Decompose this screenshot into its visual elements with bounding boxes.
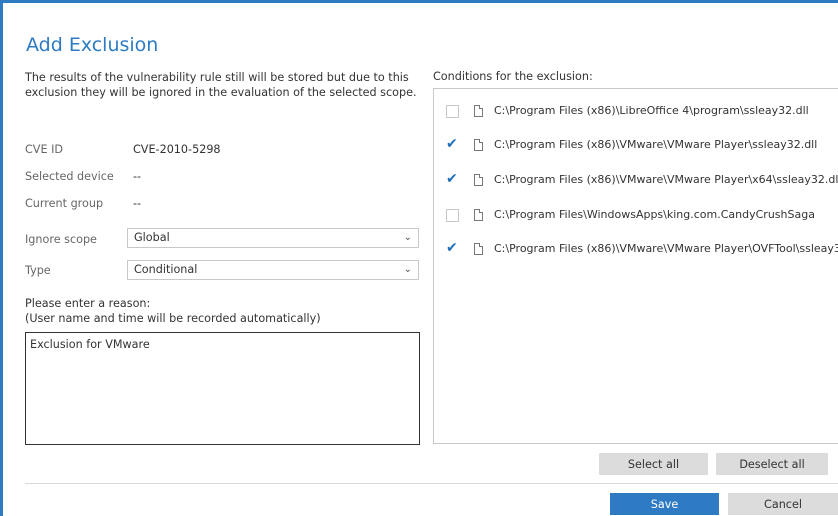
cve-id-value: CVE-2010-5298	[133, 143, 221, 156]
selected-device-label: Selected device	[25, 170, 114, 183]
dialog-description: The results of the vulnerability rule st…	[25, 71, 417, 99]
condition-path: C:\Program Files\WindowsApps\king.com.Ca…	[494, 208, 815, 221]
ignore-scope-select[interactable]: Global ⌄	[127, 228, 419, 248]
window-border-left	[0, 0, 3, 516]
checkbox[interactable]	[446, 209, 459, 222]
condition-item[interactable]: C:\Program Files\WindowsApps\king.com.Ca…	[434, 206, 838, 226]
file-icon	[474, 174, 483, 186]
reason-label-line1: Please enter a reason:	[25, 297, 151, 310]
ignore-scope-label: Ignore scope	[25, 233, 97, 246]
condition-path: C:\Program Files (x86)\VMware\VMware Pla…	[494, 242, 838, 255]
reason-textarea[interactable]: Exclusion for VMware	[25, 332, 420, 445]
window-border-top	[0, 0, 838, 3]
type-label: Type	[25, 264, 51, 277]
checkmark-icon: ✔	[446, 171, 458, 187]
conditions-list: C:\Program Files (x86)\LibreOffice 4\pro…	[433, 88, 838, 444]
checkbox[interactable]: ✔	[446, 171, 459, 187]
checkbox[interactable]	[446, 105, 459, 118]
condition-item[interactable]: ✔ C:\Program Files (x86)\VMware\VMware P…	[434, 240, 838, 260]
checkmark-icon: ✔	[446, 240, 458, 256]
condition-item[interactable]: ✔ C:\Program Files (x86)\VMware\VMware P…	[434, 136, 838, 156]
checkbox[interactable]: ✔	[446, 136, 459, 152]
condition-path: C:\Program Files (x86)\VMware\VMware Pla…	[494, 173, 838, 186]
file-icon	[474, 209, 483, 221]
checkbox[interactable]: ✔	[446, 240, 459, 256]
chevron-down-icon: ⌄	[403, 264, 412, 275]
deselect-all-button[interactable]: Deselect all	[716, 453, 828, 475]
conditions-label: Conditions for the exclusion:	[433, 70, 593, 83]
save-button[interactable]: Save	[610, 493, 719, 515]
selected-device-value: --	[133, 170, 142, 183]
reason-label: Please enter a reason: (User name and ti…	[25, 296, 425, 326]
type-select[interactable]: Conditional ⌄	[127, 260, 419, 280]
ignore-scope-value: Global	[134, 231, 170, 244]
current-group-value: --	[133, 197, 142, 210]
chevron-down-icon: ⌄	[403, 232, 412, 243]
select-all-button[interactable]: Select all	[599, 453, 708, 475]
cve-id-label: CVE ID	[25, 143, 64, 156]
checkmark-icon: ✔	[446, 136, 458, 152]
file-icon	[474, 139, 483, 151]
current-group-label: Current group	[25, 197, 104, 210]
file-icon	[474, 105, 483, 117]
type-value: Conditional	[134, 263, 198, 276]
cancel-button[interactable]: Cancel	[728, 493, 838, 515]
footer-divider	[25, 483, 838, 484]
condition-path: C:\Program Files (x86)\VMware\VMware Pla…	[494, 138, 818, 151]
reason-label-line2: (User name and time will be recorded aut…	[25, 312, 321, 325]
dialog-title: Add Exclusion	[26, 34, 159, 56]
file-icon	[474, 243, 483, 255]
condition-item[interactable]: C:\Program Files (x86)\LibreOffice 4\pro…	[434, 102, 838, 122]
condition-path: C:\Program Files (x86)\LibreOffice 4\pro…	[494, 104, 809, 117]
condition-item[interactable]: ✔ C:\Program Files (x86)\VMware\VMware P…	[434, 171, 838, 191]
